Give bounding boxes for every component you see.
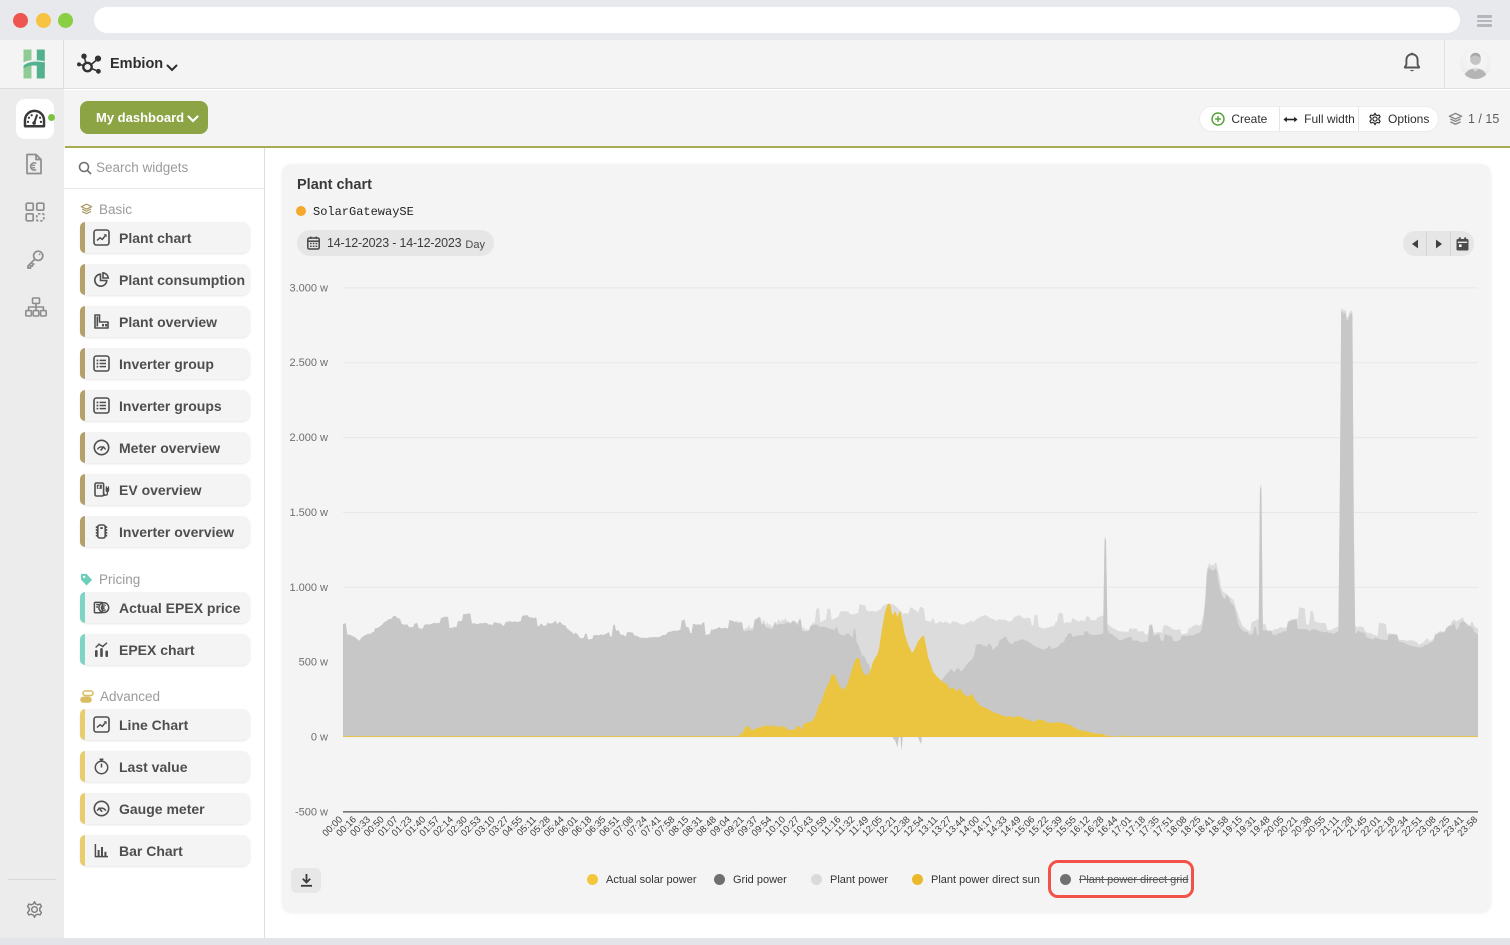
svg-text:-500 w: -500 w <box>295 806 328 818</box>
svg-text:0 w: 0 w <box>311 732 328 744</box>
svg-text:3.000 w: 3.000 w <box>289 282 328 294</box>
svg-text:2.500 w: 2.500 w <box>289 357 328 369</box>
svg-text:1.000 w: 1.000 w <box>289 582 328 594</box>
svg-text:2.000 w: 2.000 w <box>289 432 328 444</box>
svg-text:500 w: 500 w <box>299 657 328 669</box>
svg-text:1.500 w: 1.500 w <box>289 507 328 519</box>
